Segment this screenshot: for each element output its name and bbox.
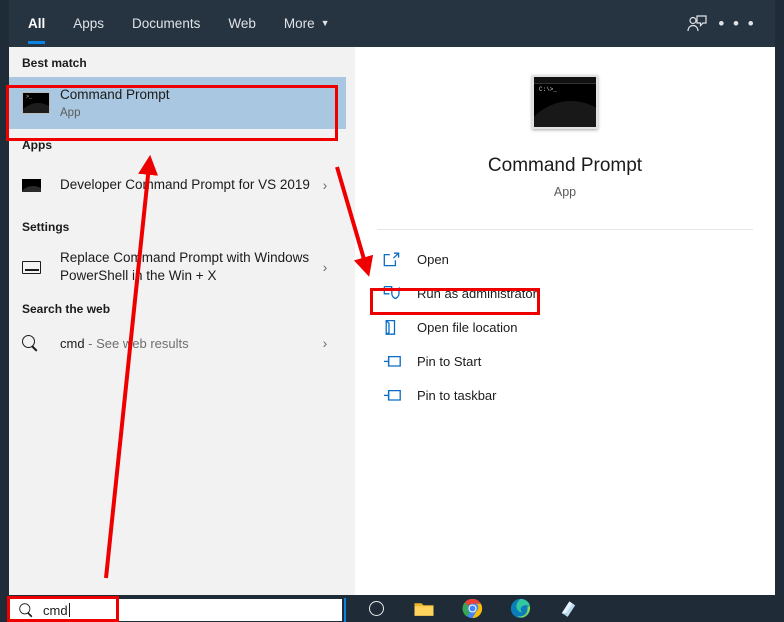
chrome-button[interactable] — [448, 595, 496, 622]
folder-location-icon — [383, 319, 417, 336]
cortana-button[interactable] — [352, 595, 400, 622]
result-item-text: Command Prompt App — [56, 86, 338, 121]
tab-all-label: All — [28, 16, 46, 31]
result-item-subtitle: App — [60, 106, 81, 119]
search-icon — [19, 602, 33, 617]
results-pane: Best match >_ Command Prompt App Apps De… — [9, 47, 346, 595]
preview-action-list: Open Run as administrator Open file loca… — [355, 230, 775, 412]
action-label: Run as administrator — [417, 285, 537, 301]
text-cursor — [68, 603, 70, 617]
result-item-title: Replace Command Prompt with Windows Powe… — [60, 250, 310, 283]
action-label: Pin to taskbar — [417, 387, 497, 403]
preview-subtitle: App — [553, 185, 577, 199]
pin-icon — [383, 388, 417, 403]
open-external-icon — [383, 252, 417, 267]
section-heading-settings: Settings — [22, 220, 70, 234]
settings-icon — [22, 260, 56, 274]
tab-documents-label: Documents — [132, 16, 201, 31]
section-heading-search-the-web: Search the web — [22, 302, 111, 316]
tab-web-label: Web — [228, 16, 256, 31]
tab-all[interactable]: All — [14, 0, 59, 47]
section-heading-best-match: Best match — [22, 56, 87, 70]
command-prompt-small-icon — [22, 178, 56, 192]
result-item-text: Developer Command Prompt for VS 2019 — [56, 176, 312, 194]
tab-apps[interactable]: Apps — [59, 0, 118, 47]
tab-web[interactable]: Web — [214, 0, 270, 47]
taskbar-accent-line — [344, 598, 346, 622]
chrome-icon — [462, 598, 482, 619]
windows-search-screen: All Apps Documents Web More ▼ • • • Best… — [0, 0, 784, 622]
chevron-right-icon[interactable]: › — [312, 335, 338, 351]
cortana-circle-icon — [368, 601, 384, 616]
file-explorer-icon — [414, 603, 434, 616]
action-label: Open — [417, 251, 449, 267]
file-explorer-button[interactable] — [400, 595, 448, 622]
tab-more[interactable]: More ▼ — [270, 0, 344, 47]
command-prompt-icon: >_ — [22, 92, 56, 114]
result-item-text: Replace Command Prompt with Windows Powe… — [56, 249, 312, 285]
more-options-icon[interactable]: • • • — [717, 0, 757, 47]
web-query-text: cmd — [60, 335, 85, 351]
result-item-web-search[interactable]: cmd - See web results › — [9, 323, 346, 363]
tab-more-label: More — [283, 16, 315, 31]
preview-hero: C:\>_ Command Prompt App — [355, 47, 775, 199]
edge-icon — [510, 598, 530, 619]
pane-gutter — [346, 47, 355, 595]
search-input[interactable]: cmd — [10, 599, 342, 621]
search-input-value: cmd — [43, 602, 68, 618]
action-open-file-location[interactable]: Open file location — [355, 310, 775, 344]
header-actions: • • • — [677, 0, 775, 47]
sticky-notes-button[interactable] — [544, 595, 592, 622]
web-suffix-text: - See web results — [84, 335, 189, 351]
search-tabs: All Apps Documents Web More ▼ — [14, 0, 344, 47]
result-item-text: cmd - See web results — [56, 336, 312, 351]
pin-icon — [383, 354, 417, 369]
shield-run-icon — [383, 285, 417, 301]
command-prompt-large-icon: C:\>_ — [532, 75, 598, 129]
sticky-notes-icon — [561, 601, 575, 617]
result-item-command-prompt[interactable]: >_ Command Prompt App — [9, 77, 346, 129]
result-item-developer-command-prompt[interactable]: Developer Command Prompt for VS 2019 › — [9, 159, 346, 211]
result-item-title: Command Prompt — [60, 86, 170, 102]
search-icon — [22, 334, 56, 352]
taskbar-items — [352, 595, 592, 622]
action-label: Pin to Start — [417, 353, 482, 369]
tab-apps-label: Apps — [73, 16, 105, 31]
chevron-down-icon: ▼ — [320, 18, 330, 28]
window-frame-right — [775, 0, 784, 595]
action-run-as-administrator[interactable]: Run as administrator — [355, 276, 775, 310]
chevron-right-icon[interactable]: › — [312, 259, 338, 275]
action-label: Open file location — [417, 319, 518, 335]
search-header: All Apps Documents Web More ▼ • • • — [9, 0, 775, 47]
person-feedback-icon[interactable] — [677, 0, 717, 47]
result-item-title: Developer Command Prompt for VS 2019 — [60, 177, 310, 192]
action-pin-to-taskbar[interactable]: Pin to taskbar — [355, 378, 775, 412]
action-open[interactable]: Open — [355, 242, 775, 276]
tab-documents[interactable]: Documents — [118, 0, 214, 47]
window-frame-left — [0, 0, 9, 595]
edge-button[interactable] — [496, 595, 544, 622]
result-item-replace-command-prompt[interactable]: Replace Command Prompt with Windows Powe… — [9, 241, 346, 293]
preview-pane: C:\>_ Command Prompt App Open Run as adm… — [355, 47, 775, 595]
action-pin-to-start[interactable]: Pin to Start — [355, 344, 775, 378]
section-heading-apps: Apps — [22, 138, 52, 152]
preview-title: Command Prompt — [487, 155, 643, 176]
chevron-right-icon[interactable]: › — [312, 177, 338, 193]
